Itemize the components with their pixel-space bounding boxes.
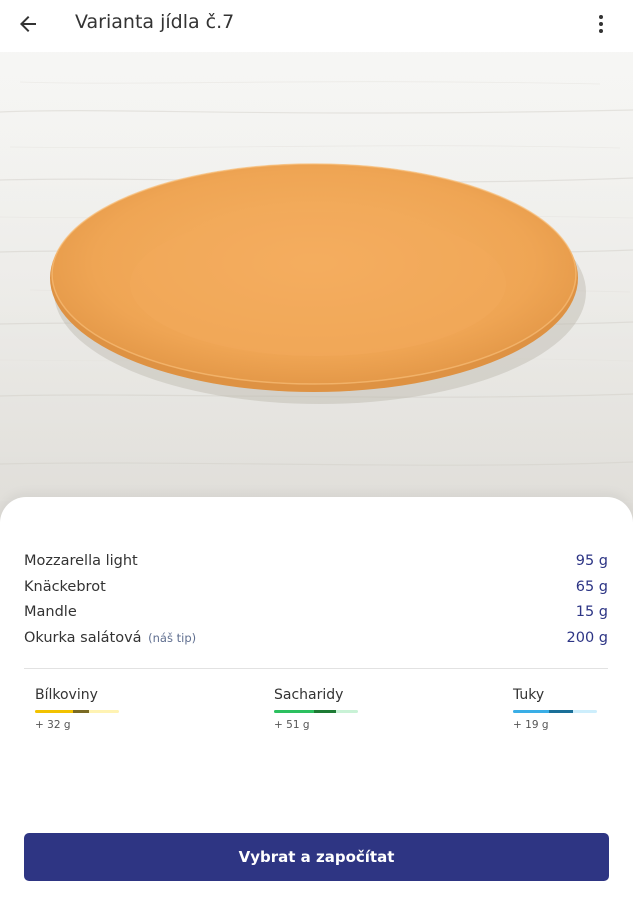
list-item: Knäckebrot 65 g [24,577,608,603]
meal-image [0,52,633,522]
app-bar: Varianta jídla č.7 [0,0,633,48]
macro-bar [513,710,597,713]
food-name: Mozzarella light [24,553,138,569]
list-item: Mandle 15 g [24,602,608,628]
macro-value: + 19 g [513,719,549,731]
food-amount: 15 g [575,604,608,620]
tip-note: (náš tip) [148,630,197,645]
food-name: Knäckebrot [24,578,106,595]
macro-protein: Bílkoviny + 32 g [35,687,125,731]
food-name: Okurka salátová (náš tip) [24,629,197,646]
arrow-left-icon[interactable] [16,12,40,36]
macro-value: + 51 g [274,719,310,731]
divider [24,668,608,669]
macro-bar [35,710,119,713]
food-amount: 95 g [575,553,608,569]
macro-label: Bílkoviny [35,687,98,703]
food-amount: 200 g [566,629,609,646]
macro-label: Sacharidy [274,687,344,703]
food-list: Mozzarella light 95 g Knäckebrot 65 g Ma… [24,551,608,653]
macro-value: + 32 g [35,719,71,731]
page-title: Varianta jídla č.7 [75,11,235,33]
macro-carbs: Sacharidy + 51 g [274,687,364,731]
select-and-count-button[interactable]: Vybrat a započítat [24,833,609,881]
plate-image [0,52,633,522]
list-item: Okurka salátová (náš tip) 200 g [24,628,608,654]
food-amount: 65 g [575,578,608,595]
more-vert-icon[interactable] [589,12,613,36]
macro-bar [274,710,358,713]
food-name: Mandle [24,604,77,620]
list-item: Mozzarella light 95 g [24,551,608,577]
macro-fat: Tuky + 19 g [513,687,603,731]
macro-label: Tuky [513,687,545,703]
